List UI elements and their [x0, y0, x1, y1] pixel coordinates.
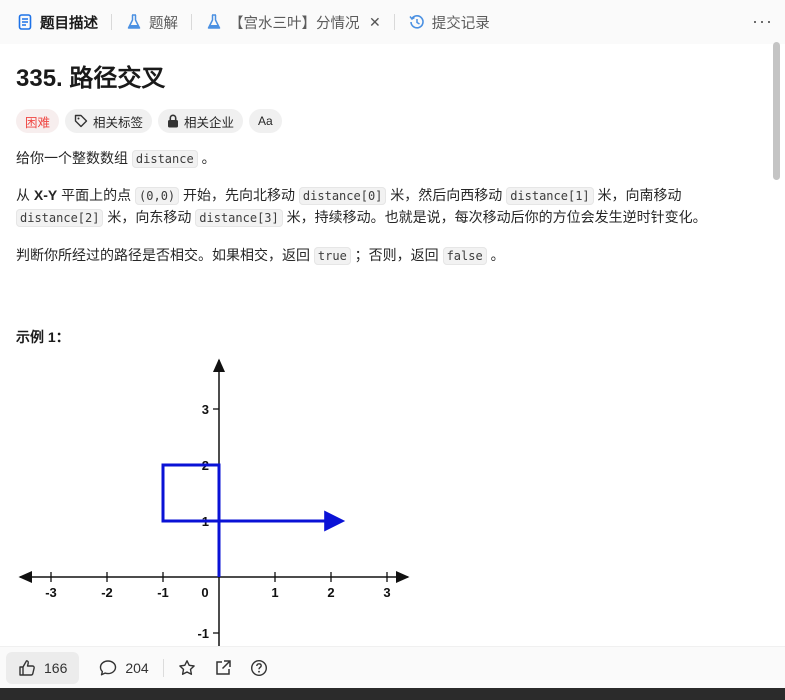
- inline-code: true: [313, 247, 351, 265]
- x-tick-label: -1: [157, 585, 169, 600]
- example-diagram: -3 -2 -1 0 1 2 3321-1: [18, 358, 410, 646]
- divider: [162, 658, 164, 677]
- tab-description[interactable]: 题目描述: [12, 0, 102, 44]
- tab-divider: [191, 14, 192, 30]
- history-icon: [408, 13, 426, 31]
- y-tick-label: -1: [197, 626, 209, 641]
- inline-code: distance[3]: [195, 209, 283, 227]
- related-tags-label: 相关标签: [93, 115, 144, 130]
- tab-divider: [393, 14, 395, 30]
- tab-solutions[interactable]: 题解: [121, 0, 182, 44]
- description-paragraph: 判断你所经过的路径是否相交。如果相交，返回 true ；否则，返回 false …: [16, 247, 505, 265]
- x-tick-label: 0: [201, 585, 208, 600]
- flask-icon: [125, 13, 143, 31]
- tab-solution-article[interactable]: 【宫水三叶】分情况 ✕: [201, 0, 385, 44]
- lock-icon: [168, 114, 179, 128]
- share-button[interactable]: [214, 652, 232, 684]
- translate-button[interactable]: Aa: [249, 109, 282, 133]
- related-tags-button[interactable]: 相关标签: [65, 109, 153, 133]
- inline-code: false: [442, 247, 487, 265]
- tag-row: 困难 相关标签 相关企业 Aa: [16, 109, 761, 133]
- problem-description: 335. 路径交叉 困难 相关标签 相关企业 Aa 给你一个整数数组 dista…: [16, 44, 761, 347]
- x-tick-label: 1: [271, 585, 278, 600]
- bottom-action-bar: 166 204: [0, 646, 785, 688]
- description-paragraph: 从 X-Y 平面上的点 (0,0) 开始，先向北移动 distance[0] 米…: [16, 187, 707, 227]
- translate-icon: Aa: [258, 114, 273, 128]
- x-tick-label: -3: [45, 585, 57, 600]
- window-edge: [0, 688, 785, 700]
- inline-code: distance[0]: [298, 187, 387, 205]
- document-icon: [16, 13, 34, 31]
- example-heading: 示例 1：: [16, 329, 70, 345]
- tab-label: 题目描述: [40, 15, 98, 32]
- tab-submissions[interactable]: 提交记录: [404, 0, 494, 44]
- related-companies-label: 相关企业: [184, 115, 235, 130]
- tab-divider: [111, 14, 112, 30]
- tab-label: 题解: [149, 15, 178, 32]
- scrollbar-thumb[interactable]: [773, 42, 780, 180]
- related-companies-button[interactable]: 相关企业: [158, 109, 244, 133]
- tag-icon: [74, 114, 88, 128]
- comment-count: 204: [125, 659, 149, 676]
- difficulty-badge: 困难: [16, 109, 60, 133]
- x-tick-label: -2: [101, 585, 113, 600]
- like-count: 166: [44, 659, 68, 676]
- star-icon: [178, 659, 195, 675]
- inline-code: distance: [131, 150, 198, 168]
- inline-code: distance[2]: [16, 209, 104, 227]
- favorite-button[interactable]: [178, 652, 196, 684]
- question-icon: [250, 659, 267, 676]
- problem-title: 335. 路径交叉: [16, 65, 166, 92]
- tab-bar: 题目描述 题解 【宫水三叶】分情况 ✕ 提交记录 ···: [0, 0, 785, 44]
- help-button[interactable]: [250, 652, 268, 684]
- more-options-icon[interactable]: ···: [752, 11, 773, 32]
- tab-label: 【宫水三叶】分情况: [229, 15, 360, 32]
- share-icon: [215, 659, 231, 675]
- comment-icon: [100, 659, 117, 675]
- x-tick-label: 2: [327, 585, 334, 600]
- flask-icon: [205, 13, 223, 31]
- movement-path: [161, 463, 346, 577]
- x-tick-label: 3: [383, 585, 390, 600]
- tab-label: 提交记录: [431, 15, 490, 32]
- inline-code: (0,0): [135, 187, 180, 205]
- y-tick-label: 3: [202, 402, 209, 417]
- close-icon[interactable]: ✕: [369, 14, 381, 31]
- like-button[interactable]: 166: [6, 651, 80, 684]
- thumbs-up-icon: [19, 659, 35, 676]
- description-paragraph: 给你一个整数数组 distance 。: [16, 150, 216, 168]
- inline-code: distance[1]: [506, 187, 594, 205]
- comments-button[interactable]: 204: [99, 652, 149, 684]
